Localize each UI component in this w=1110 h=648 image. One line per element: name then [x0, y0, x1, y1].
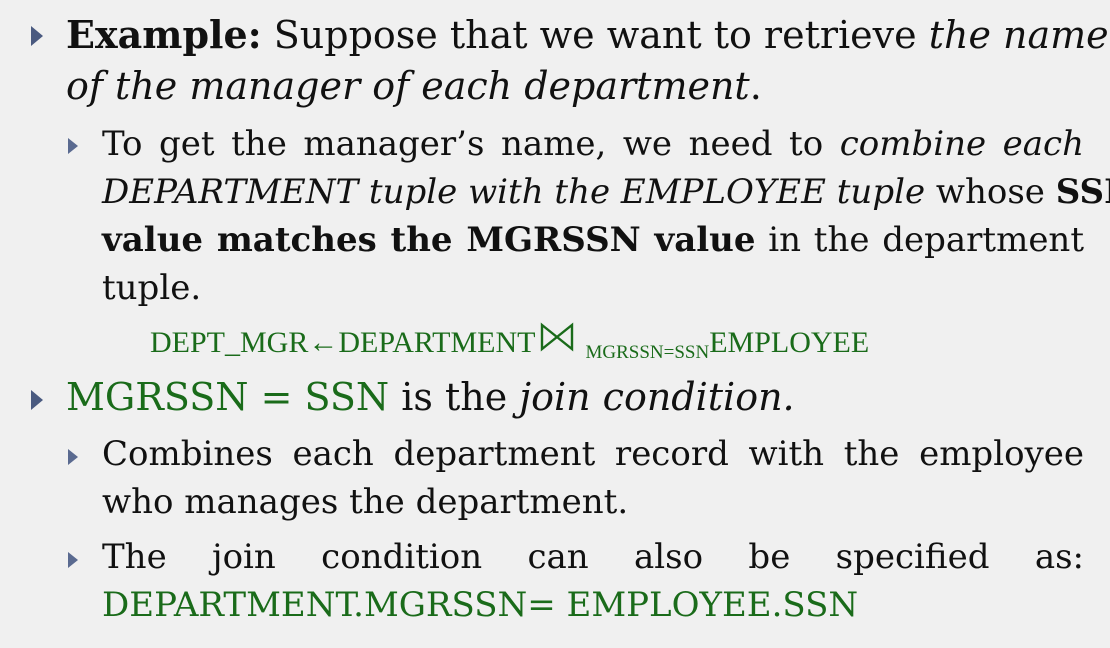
sub1-line-3: value matches the MGRSSN value in the de… — [102, 220, 1084, 260]
sub1-l2-bold: SSN — [1055, 172, 1110, 212]
example-line2-italic: of the manager of each department — [66, 64, 750, 108]
sub1-line-4: tuple. — [102, 268, 201, 308]
sub1-line-2: DEPARTMENT tuple with the EMPLOYEE tuple… — [102, 172, 1110, 212]
example-line-1: Example: Suppose that we want to retriev… — [66, 12, 1109, 57]
bullet-arrow-icon — [31, 390, 43, 410]
sub1-l1-plain: To get the manager’s name, we need to — [102, 124, 840, 164]
join-condition-line: MGRSSN = SSN is the join condition. — [66, 375, 795, 419]
sub-bullet-arrow-icon — [68, 552, 78, 568]
sub1-l4-plain: tuple. — [102, 268, 202, 308]
slide: Example: Suppose that we want to retriev… — [0, 0, 1110, 648]
formula-left: DEPT_MGR←DEPARTMENT — [150, 326, 536, 359]
sub3-line-2: DEPARTMENT.MGRSSN= EMPLOYEE.SSN — [102, 585, 858, 625]
sub3-line-1: The join condition can also be specified… — [102, 537, 1084, 577]
sub1-l3-bold: value matches the MGRSSN value — [102, 220, 756, 260]
example-label: Example: — [66, 12, 262, 57]
sub2-l2: who manages the department. — [102, 482, 629, 522]
join-condition-expr: MGRSSN = SSN — [66, 375, 390, 419]
sub1-l1-italic: combine each — [839, 124, 1084, 164]
join-condition-plain: is the — [389, 375, 520, 419]
sub2-l1: Combines each department record with the… — [102, 434, 1084, 474]
example-line-2: of the manager of each department. — [66, 64, 762, 108]
example-italic: the name — [928, 13, 1109, 57]
sub3-l2-green: DEPARTMENT.MGRSSN= EMPLOYEE.SSN — [102, 585, 859, 625]
formula-right: EMPLOYEE — [709, 326, 870, 359]
sub-bullet-arrow-icon — [68, 138, 78, 154]
sub2-line-1: Combines each department record with the… — [102, 434, 1084, 474]
sub1-line-1: To get the manager’s name, we need to co… — [102, 124, 1084, 164]
join-bowtie-icon: ⋈ — [541, 322, 574, 352]
sub1-l2-plain: whose — [925, 172, 1056, 212]
example-text: Suppose that we want to retrieve — [261, 13, 929, 57]
sub1-l3-plain: in the department — [755, 220, 1084, 260]
relational-algebra-formula: DEPT_MGR←DEPARTMENT ⋈ MGRSSN=SSN EMPLOYE… — [150, 322, 870, 363]
example-line2-end: . — [749, 64, 762, 108]
sub-bullet-arrow-icon — [68, 449, 78, 465]
join-condition-italic: join condition. — [519, 375, 795, 419]
bullet-arrow-icon — [31, 26, 43, 46]
sub2-line-2: who manages the department. — [102, 482, 628, 522]
sub3-l1: The join condition can also be specified… — [102, 537, 1084, 577]
formula-subscript: MGRSSN=SSN — [585, 342, 710, 363]
sub1-l2-italic: DEPARTMENT tuple with the EMPLOYEE tuple — [102, 172, 926, 212]
